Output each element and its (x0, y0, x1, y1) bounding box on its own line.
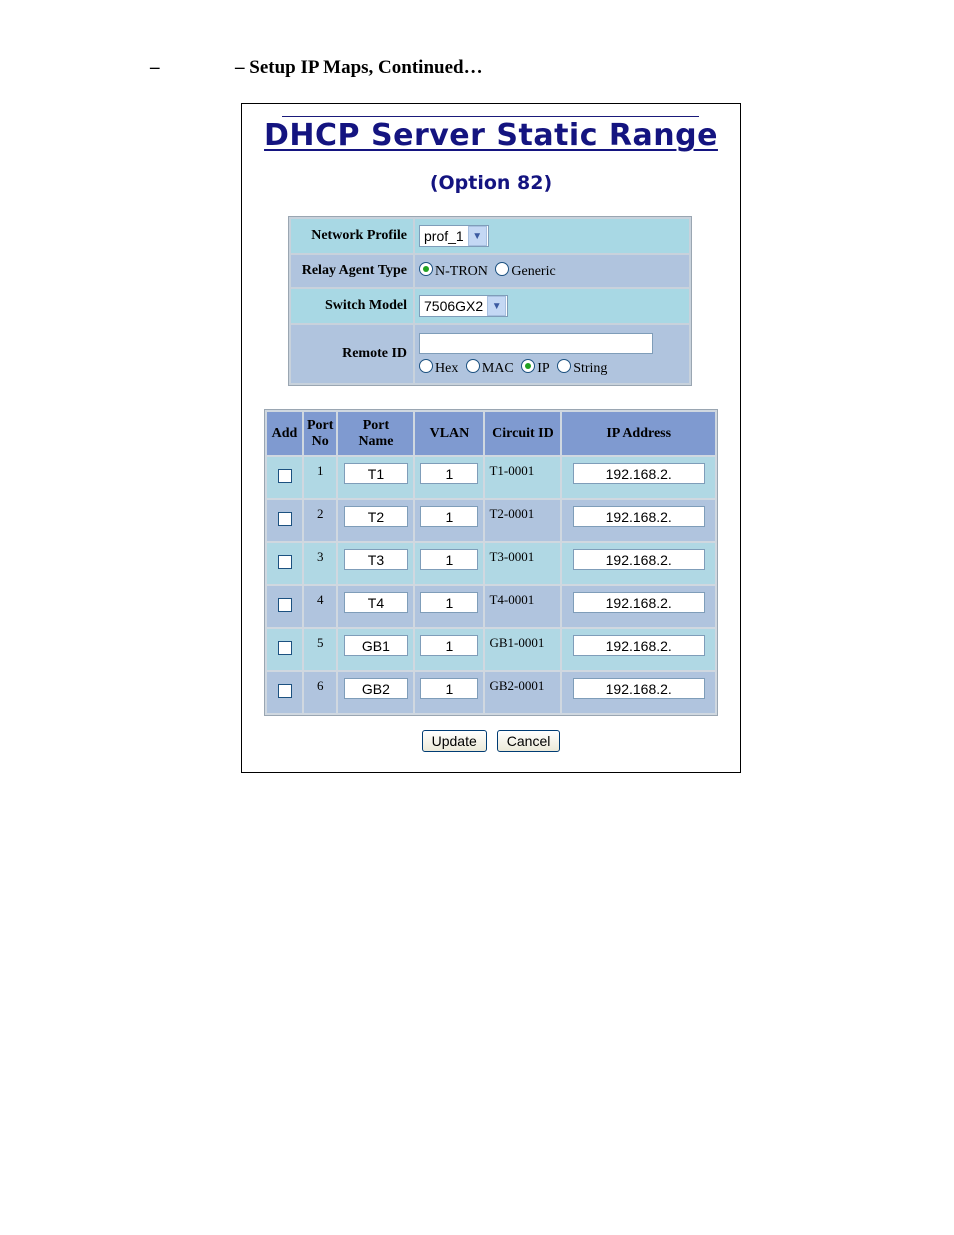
ip-address-input[interactable]: 192.168.2. (572, 678, 705, 699)
header-ip-address: IP Address (562, 412, 715, 455)
ip-address-input[interactable]: 192.168.2. (572, 635, 705, 656)
screenshot-frame: DHCP Server Static Range (Option 82) Net… (241, 103, 741, 773)
port-no: 3 (304, 543, 337, 584)
remote-hex-label: Hex (435, 361, 459, 376)
cancel-button[interactable]: Cancel (496, 730, 561, 752)
title-rule (282, 116, 699, 117)
form-buttons: Update Cancel (242, 730, 740, 752)
switch-model-value: 7506GX2 (424, 298, 484, 314)
add-checkbox[interactable] (277, 511, 292, 526)
remote-id-input[interactable] (419, 333, 653, 354)
ip-address-input[interactable]: 192.168.2. (572, 463, 705, 484)
network-profile-row: Network Profile prof_1 ▼ (291, 219, 689, 253)
ip-address-input[interactable]: 192.168.2. (572, 549, 705, 570)
ip-address-input[interactable]: 192.168.2. (572, 592, 705, 613)
port-no: 1 (304, 457, 337, 498)
table-row: 2 T2 1 T2-0001 192.168.2. (267, 500, 715, 541)
circuit-id: T2-0001 (485, 500, 561, 541)
header-port-no-line1: Port (307, 417, 334, 433)
remote-string-label: String (573, 361, 608, 376)
remote-id-row: Remote ID Hex MAC IP String (291, 325, 689, 383)
header-vlan: VLAN (415, 412, 484, 455)
remote-mac-label: MAC (481, 361, 514, 376)
remote-hex-radio[interactable] (419, 359, 433, 373)
vlan-input[interactable]: 1 (420, 463, 479, 484)
table-row: 3 T3 1 T3-0001 192.168.2. (267, 543, 715, 584)
port-name-input[interactable]: GB1 (343, 635, 408, 656)
switch-model-label: Switch Model (291, 289, 413, 323)
remote-string-radio[interactable] (557, 359, 572, 373)
port-name-input[interactable]: T2 (343, 506, 408, 527)
port-name-input[interactable]: T1 (343, 463, 408, 484)
add-checkbox[interactable] (277, 683, 292, 698)
relay-ntron-label: N-TRON (435, 264, 488, 279)
vlan-input[interactable]: 1 (420, 549, 479, 570)
ports-table: Add Port No Port Name VLAN Circuit ID IP A… (264, 409, 718, 716)
relay-generic-label: Generic (511, 264, 556, 279)
header-port-name-line2: Name (358, 433, 394, 449)
chevron-down-icon[interactable]: ▼ (487, 296, 507, 316)
relay-generic-radio[interactable] (495, 262, 510, 276)
add-checkbox[interactable] (277, 468, 292, 483)
header-add: Add (267, 412, 302, 455)
document-header: – – Setup IP Maps, Continued… (0, 57, 954, 83)
relay-agent-label: Relay Agent Type (291, 255, 413, 287)
network-profile-label: Network Profile (291, 219, 413, 253)
page-title-block: DHCP Server Static Range (242, 114, 740, 153)
chevron-down-icon[interactable]: ▼ (467, 226, 487, 246)
circuit-id: GB1-0001 (485, 629, 561, 670)
remote-ip-radio[interactable] (521, 359, 536, 373)
ports-header-row: Add Port No Port Name VLAN Circuit ID IP A… (267, 412, 715, 455)
circuit-id: T3-0001 (485, 543, 561, 584)
switch-model-select[interactable]: 7506GX2 ▼ (419, 295, 509, 317)
port-no: 4 (304, 586, 337, 627)
port-no: 6 (304, 672, 337, 713)
remote-mac-radio[interactable] (465, 359, 480, 373)
page-title: DHCP Server Static Range (264, 118, 718, 153)
table-row: 4 T4 1 T4-0001 192.168.2. (267, 586, 715, 627)
vlan-input[interactable]: 1 (420, 592, 479, 613)
header-dash: – (150, 57, 160, 78)
update-button[interactable]: Update (421, 730, 487, 752)
port-name-input[interactable]: GB2 (343, 678, 408, 699)
remote-id-label: Remote ID (291, 325, 413, 383)
port-name-input[interactable]: T3 (343, 549, 408, 570)
settings-table: Network Profile prof_1 ▼ Relay Agent Typ… (288, 216, 692, 386)
add-checkbox[interactable] (277, 554, 292, 569)
add-checkbox[interactable] (277, 640, 292, 655)
table-row: 1 T1 1 T1-0001 192.168.2. (267, 457, 715, 498)
vlan-input[interactable]: 1 (420, 678, 479, 699)
network-profile-value: prof_1 (424, 228, 464, 244)
circuit-id: T1-0001 (485, 457, 561, 498)
relay-ntron-radio[interactable] (419, 262, 433, 276)
header-title: – Setup IP Maps, Continued… (235, 57, 483, 78)
header-port-no-line2: No (311, 433, 329, 449)
ip-address-input[interactable]: 192.168.2. (572, 506, 705, 527)
port-no: 2 (304, 500, 337, 541)
add-checkbox[interactable] (277, 597, 292, 612)
circuit-id: T4-0001 (485, 586, 561, 627)
network-profile-select[interactable]: prof_1 ▼ (419, 225, 489, 247)
header-port-name-line1: Port (362, 417, 390, 433)
table-row: 5 GB1 1 GB1-0001 192.168.2. (267, 629, 715, 670)
page-subtitle: (Option 82) (429, 172, 553, 194)
port-no: 5 (304, 629, 337, 670)
header-circuit-id: Circuit ID (485, 412, 561, 455)
header-port-no: Port No (304, 412, 337, 455)
vlan-input[interactable]: 1 (420, 506, 479, 527)
table-row: 6 GB2 1 GB2-0001 192.168.2. (267, 672, 715, 713)
relay-agent-row: Relay Agent Type N-TRON Generic (291, 255, 689, 287)
header-port-name: Port Name (338, 412, 414, 455)
port-name-input[interactable]: T4 (343, 592, 408, 613)
switch-model-row: Switch Model 7506GX2 ▼ (291, 289, 689, 323)
vlan-input[interactable]: 1 (420, 635, 479, 656)
remote-ip-label: IP (537, 361, 550, 376)
circuit-id: GB2-0001 (485, 672, 561, 713)
